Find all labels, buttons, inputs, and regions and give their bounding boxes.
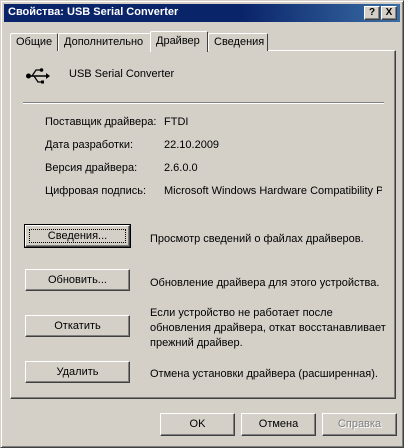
- window-title: Свойства: USB Serial Converter: [8, 6, 179, 18]
- provider-value: FTDI: [164, 116, 189, 128]
- tab-details[interactable]: Сведения: [208, 33, 268, 51]
- signature-value: Microsoft Windows Hardware Compatibility…: [164, 185, 382, 197]
- version-value: 2.6.0.0: [164, 162, 198, 174]
- cancel-button[interactable]: Отмена: [241, 413, 316, 436]
- device-name: USB Serial Converter: [69, 68, 175, 80]
- properties-dialog: Свойства: USB Serial Converter ? X Общие…: [0, 0, 404, 448]
- date-value: 22.10.2009: [164, 139, 220, 151]
- version-label: Версия драйвера:: [45, 162, 138, 174]
- usb-icon: [26, 68, 50, 84]
- close-button[interactable]: X: [381, 6, 397, 20]
- update-button[interactable]: Обновить...: [25, 269, 130, 291]
- title-bar[interactable]: Свойства: USB Serial Converter ? X: [4, 4, 400, 22]
- focus-rect: [29, 229, 126, 243]
- ok-button[interactable]: OK: [160, 413, 235, 436]
- tab-driver[interactable]: Драйвер: [150, 31, 208, 52]
- help-button[interactable]: Справка: [322, 413, 397, 436]
- rollback-button[interactable]: Откатить: [25, 315, 130, 337]
- tab-advanced[interactable]: Дополнительно: [58, 33, 151, 51]
- rollback-description: Если устройство не работает после обновл…: [150, 307, 386, 349]
- help-title-button[interactable]: ?: [364, 6, 380, 20]
- uninstall-description: Отмена установки драйвера (расширенная).: [150, 368, 378, 380]
- update-description: Обновление драйвера для этого устройства…: [150, 277, 380, 289]
- details-button[interactable]: Сведения...: [24, 224, 131, 248]
- date-label: Дата разработки:: [45, 139, 134, 151]
- details-description: Просмотр сведений о файлах драйверов.: [150, 233, 364, 245]
- signature-label: Цифровая подпись:: [45, 185, 147, 197]
- uninstall-button[interactable]: Удалить: [25, 361, 130, 383]
- provider-label: Поставщик драйвера:: [45, 116, 157, 128]
- separator: [23, 102, 384, 104]
- tab-general[interactable]: Общие: [10, 33, 58, 51]
